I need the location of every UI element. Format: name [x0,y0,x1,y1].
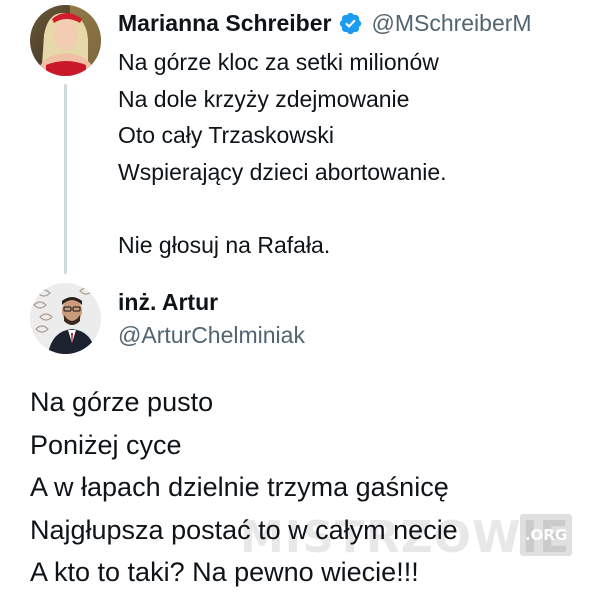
reply-line: A kto to taki? Na pewno wiecie!!! [30,557,419,587]
verified-badge-icon [338,11,363,36]
reply-tweet-text: Na górze pusto Poniżej cyce A w łapach d… [30,381,458,594]
site-watermark-badge: .ORG [520,514,572,556]
tweet-line: Na górze kloc za setki milionów [118,49,439,75]
tweet-line: Oto cały Trzaskowski [118,122,334,148]
reply-line: A w łapach dzielnie trzyma gaśnicę [30,472,449,502]
original-tweet-header: Marianna Schreiber @MSchreiberM [118,10,532,37]
reply-author-name[interactable]: inż. Artur [118,289,218,316]
avatar-photo [30,283,101,354]
tweet-line: Na dole krzyży zdejmowanie [118,85,410,112]
reply-line: Poniżej cyce [30,429,182,460]
original-tweet-text: Na górze kloc za setki milionów Na dole … [118,44,447,263]
thread-connector-line [64,84,67,274]
avatar-artur[interactable] [30,283,101,354]
tweet-line: Nie głosuj na Rafała. [118,231,331,258]
author-name[interactable]: Marianna Schreiber [118,10,331,37]
avatar-photo [30,5,101,76]
avatar-marianna[interactable] [30,5,101,76]
tweet-line: Wspierający dzieci abortowanie. [118,158,447,185]
reply-line: Najgłupsza postać to w całym necie [30,514,458,545]
reply-author-handle[interactable]: @ArturChelminiak [118,322,305,349]
reply-line: Na górze pusto [30,387,214,417]
author-handle[interactable]: @MSchreiberM [371,10,531,37]
